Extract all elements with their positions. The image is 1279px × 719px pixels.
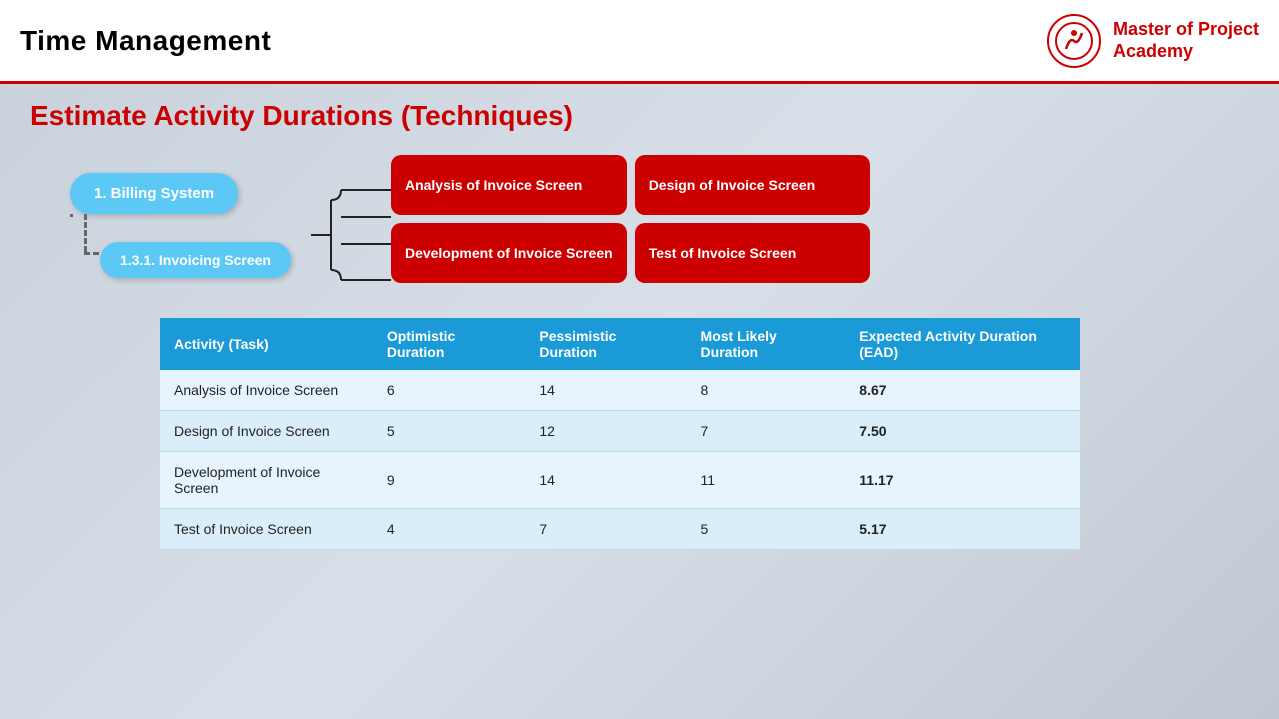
table-row: Development of Invoice Screen9141111.17 [160,452,1080,509]
col-header-most-likely: Most Likely Duration [687,318,846,370]
cell-most-likely: 7 [687,411,846,452]
col-header-pessimistic: Pessimistic Duration [525,318,686,370]
table-row: Analysis of Invoice Screen61488.67 [160,370,1080,411]
cell-most-likely: 8 [687,370,846,411]
table-header-row: Activity (Task) Optimistic Duration Pess… [160,318,1080,370]
cell-optimistic: 6 [373,370,526,411]
cell-pessimistic: 12 [525,411,686,452]
duration-table: Activity (Task) Optimistic Duration Pess… [160,318,1080,550]
cell-ead: 7.50 [845,411,1080,452]
task-box-analysis: Analysis of Invoice Screen [391,155,627,215]
task-box-development: Development of Invoice Screen [391,223,627,283]
cell-most-likely: 11 [687,452,846,509]
cell-pessimistic: 14 [525,370,686,411]
logo-text: Master of Project Academy [1113,19,1259,62]
main-content: Estimate Activity Durations (Techniques)… [0,84,1279,560]
wbs-diagram: 1. Billing System 1.3.1. Invoicing Scree… [30,150,870,295]
cell-optimistic: 4 [373,509,526,550]
content-area: Time Management Master of Project Academ… [0,0,1279,719]
cell-activity: Development of Invoice Screen [160,452,373,509]
cell-pessimistic: 7 [525,509,686,550]
billing-node: 1. Billing System [70,173,238,214]
section-title: Estimate Activity Durations (Techniques) [30,100,1249,132]
task-box-design: Design of Invoice Screen [635,155,871,215]
invoicing-node: 1.3.1. Invoicing Screen [100,242,291,278]
cell-ead: 5.17 [845,509,1080,550]
logo-icon [1047,14,1101,68]
cell-optimistic: 9 [373,452,526,509]
table-row: Design of Invoice Screen51277.50 [160,411,1080,452]
bracket-connector [311,180,391,290]
col-header-ead: Expected Activity Duration (EAD) [845,318,1080,370]
cell-activity: Analysis of Invoice Screen [160,370,373,411]
logo-area: Master of Project Academy [1047,14,1259,68]
col-header-optimistic: Optimistic Duration [373,318,526,370]
cell-optimistic: 5 [373,411,526,452]
page-title: Time Management [20,25,271,57]
table-container: Activity (Task) Optimistic Duration Pess… [30,318,1249,550]
task-boxes-grid: Analysis of Invoice Screen Design of Inv… [391,155,870,283]
header: Time Management Master of Project Academ… [0,0,1279,84]
cell-most-likely: 5 [687,509,846,550]
cell-pessimistic: 14 [525,452,686,509]
cell-activity: Design of Invoice Screen [160,411,373,452]
logo-main: Master of Project [1113,19,1259,41]
table-row: Test of Invoice Screen4755.17 [160,509,1080,550]
cell-ead: 11.17 [845,452,1080,509]
logo-sub: Academy [1113,41,1259,63]
col-header-activity: Activity (Task) [160,318,373,370]
cell-activity: Test of Invoice Screen [160,509,373,550]
cell-ead: 8.67 [845,370,1080,411]
task-box-test: Test of Invoice Screen [635,223,871,283]
